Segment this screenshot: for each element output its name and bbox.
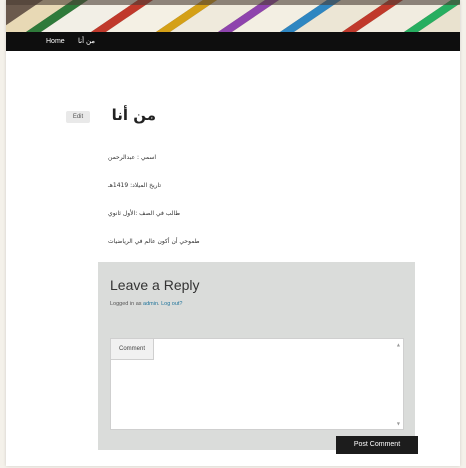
page-title: من أنا [111, 106, 156, 124]
reply-heading: Leave a Reply [110, 277, 200, 293]
logout-link[interactable]: Log out? [161, 301, 182, 307]
logged-in-notice: Logged in as admin. Log out? [110, 300, 183, 308]
article-line-birthdate: تاريخ الميلاد: 1419هـ [108, 182, 162, 189]
article-line-name: اسمي : عبدالرحمن [108, 154, 157, 161]
profile-link[interactable]: admin [143, 301, 158, 307]
article-line-grade: طالب في الصف :الأول ثانوي [108, 210, 181, 217]
article-line-ambition: طموحي أن أكون عالم في الرياضيات [108, 238, 200, 245]
page-container: Home من أنا Edit من أنا اسمي : عبدالرحمن… [6, 0, 460, 466]
scroll-down-arrow-icon[interactable]: ▼ [397, 421, 400, 426]
comment-textarea[interactable]: Comment ▲ ▼ [110, 338, 404, 430]
logged-in-prefix: Logged in as [110, 301, 144, 307]
post-comment-button[interactable]: Post Comment [336, 436, 418, 454]
scroll-up-arrow-icon[interactable]: ▲ [397, 342, 400, 347]
comment-field-label: Comment [111, 339, 154, 360]
comment-respond-section: Leave a Reply Logged in as admin. Log ou… [98, 262, 415, 450]
nav-item-about-me[interactable]: من أنا [78, 36, 95, 47]
nav-item-home[interactable]: Home [46, 36, 65, 47]
header-banner-image [6, 0, 460, 32]
main-navigation: Home من أنا [6, 32, 460, 51]
edit-post-button[interactable]: Edit [66, 111, 90, 123]
